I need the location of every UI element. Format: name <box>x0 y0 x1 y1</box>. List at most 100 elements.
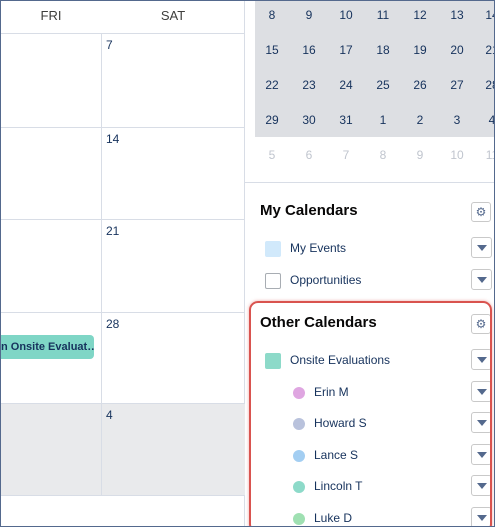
mini-calendar-day[interactable]: 10 <box>329 8 363 22</box>
day-cell[interactable] <box>1 404 101 496</box>
mini-calendar-day[interactable]: 9 <box>292 8 326 22</box>
calendar-item-label: Onsite Evaluations <box>290 353 391 367</box>
calendar-event[interactable]: n Onsite Evaluat… <box>1 335 94 359</box>
app-frame: FRI SAT 7 14 21 28 4 n Onsite Evaluat… 8… <box>0 0 495 527</box>
calendar-color-swatch <box>265 273 281 289</box>
day-cell[interactable] <box>1 34 101 128</box>
mini-calendar-day[interactable]: 1 <box>366 113 400 127</box>
calendar-color-dot <box>293 450 305 462</box>
mini-calendar-day[interactable]: 26 <box>403 78 437 92</box>
mini-calendar-day[interactable]: 24 <box>329 78 363 92</box>
calendar-item-my-events[interactable]: My Events <box>255 237 494 261</box>
calendar-menu-button[interactable] <box>471 412 492 433</box>
mini-calendar-day[interactable]: 22 <box>255 78 289 92</box>
chevron-down-icon <box>477 483 487 489</box>
calendar-menu-button[interactable] <box>471 444 492 465</box>
calendar-item-label: My Events <box>290 241 347 255</box>
calendar-menu-button[interactable] <box>471 507 492 526</box>
mini-calendar-day[interactable]: 30 <box>292 113 326 127</box>
my-calendars-title: My Calendars <box>260 202 358 219</box>
calendar-color-dot <box>293 418 305 430</box>
day-number: 14 <box>106 132 120 146</box>
calendar-color-dot <box>293 387 305 399</box>
mini-calendar-day[interactable]: 25 <box>366 78 400 92</box>
calendar-color-swatch <box>265 241 281 257</box>
day-number: 4 <box>106 408 113 422</box>
calendar-menu-button[interactable] <box>471 349 492 370</box>
day-cell[interactable] <box>1 220 101 313</box>
mini-calendar-day[interactable]: 8 <box>255 8 289 22</box>
day-number: 28 <box>106 317 120 331</box>
mini-calendar-day[interactable]: 23 <box>292 78 326 92</box>
gear-icon: ⚙ <box>475 317 487 331</box>
mini-calendar-day[interactable]: 10 <box>440 148 474 162</box>
calendar-item-label: Lance S <box>314 448 359 462</box>
calendar-menu-button[interactable] <box>471 475 492 496</box>
chevron-down-icon <box>477 420 487 426</box>
mini-calendar-day[interactable]: 6 <box>292 148 326 162</box>
mini-calendar-day[interactable]: 9 <box>403 148 437 162</box>
chevron-down-icon <box>477 277 487 283</box>
calendar-item-erin-m[interactable]: Erin M <box>255 381 494 405</box>
calendar-menu-button[interactable] <box>471 269 492 290</box>
mini-calendar-day[interactable]: 14 <box>475 8 494 22</box>
calendar-item-lance-s[interactable]: Lance S <box>255 444 494 468</box>
calendar-item-label: Howard S <box>314 416 367 430</box>
mini-calendar-day[interactable]: 20 <box>440 43 474 57</box>
mini-calendar-day[interactable]: 12 <box>403 8 437 22</box>
mini-calendar-day[interactable]: 21 <box>475 43 494 57</box>
calendar-item-lincoln-t[interactable]: Lincoln T <box>255 475 494 499</box>
mini-calendar-day[interactable]: 3 <box>440 113 474 127</box>
mini-calendar-day[interactable]: 28 <box>475 78 494 92</box>
day-cell[interactable]: 28 <box>101 313 245 404</box>
calendar-item-label: Erin M <box>314 385 349 399</box>
mini-calendar-day[interactable]: 27 <box>440 78 474 92</box>
calendar-color-dot <box>293 513 305 525</box>
chevron-down-icon <box>477 452 487 458</box>
mini-calendar-day[interactable]: 29 <box>255 113 289 127</box>
calendar-item-label: Lincoln T <box>314 479 363 493</box>
mini-calendar-day[interactable]: 31 <box>329 113 363 127</box>
mini-calendar-day[interactable]: 16 <box>292 43 326 57</box>
calendar-item-howard-s[interactable]: Howard S <box>255 412 494 436</box>
mini-calendar-day[interactable]: 17 <box>329 43 363 57</box>
calendar-item-onsite-evaluations[interactable]: Onsite Evaluations <box>255 349 494 373</box>
calendar-item-opportunities[interactable]: Opportunities <box>255 269 494 293</box>
day-number: 21 <box>106 224 120 238</box>
chevron-down-icon <box>477 389 487 395</box>
calendar-item-luke-d[interactable]: Luke D <box>255 507 494 526</box>
day-cell[interactable]: 14 <box>101 128 245 220</box>
divider <box>245 182 494 183</box>
gear-icon: ⚙ <box>475 205 487 219</box>
calendar-item-label: Luke D <box>314 511 353 525</box>
chevron-down-icon <box>477 515 487 521</box>
chevron-down-icon <box>477 245 487 251</box>
chevron-down-icon <box>477 357 487 363</box>
day-header-fri: FRI <box>1 1 101 34</box>
mini-calendar-day[interactable]: 4 <box>475 113 494 127</box>
other-calendars-title: Other Calendars <box>260 314 377 331</box>
mini-calendar-day[interactable]: 11 <box>475 148 494 162</box>
mini-calendar-day[interactable]: 5 <box>255 148 289 162</box>
mini-calendar-day[interactable]: 11 <box>366 8 400 22</box>
day-cell[interactable] <box>1 128 101 220</box>
my-calendars-settings-button[interactable]: ⚙ <box>471 202 491 222</box>
mini-calendar-day[interactable]: 13 <box>440 8 474 22</box>
calendar-item-label: Opportunities <box>290 273 362 287</box>
mini-calendar-day[interactable]: 19 <box>403 43 437 57</box>
mini-calendar-day[interactable]: 8 <box>366 148 400 162</box>
mini-calendar-day[interactable]: 7 <box>329 148 363 162</box>
calendar-color-swatch <box>265 353 281 369</box>
mini-calendar-day[interactable]: 18 <box>366 43 400 57</box>
mini-calendar-day[interactable]: 2 <box>403 113 437 127</box>
day-number: 7 <box>106 38 113 52</box>
other-calendars-settings-button[interactable]: ⚙ <box>471 314 491 334</box>
calendar-menu-button[interactable] <box>471 237 492 258</box>
calendar-color-dot <box>293 481 305 493</box>
day-cell[interactable]: 4 <box>101 404 245 496</box>
day-cell[interactable]: 21 <box>101 220 245 313</box>
calendar-menu-button[interactable] <box>471 381 492 402</box>
day-cell[interactable]: 7 <box>101 34 245 128</box>
mini-calendar-day[interactable]: 15 <box>255 43 289 57</box>
month-grid: FRI SAT 7 14 21 28 4 n Onsite Evaluat… <box>1 1 245 526</box>
